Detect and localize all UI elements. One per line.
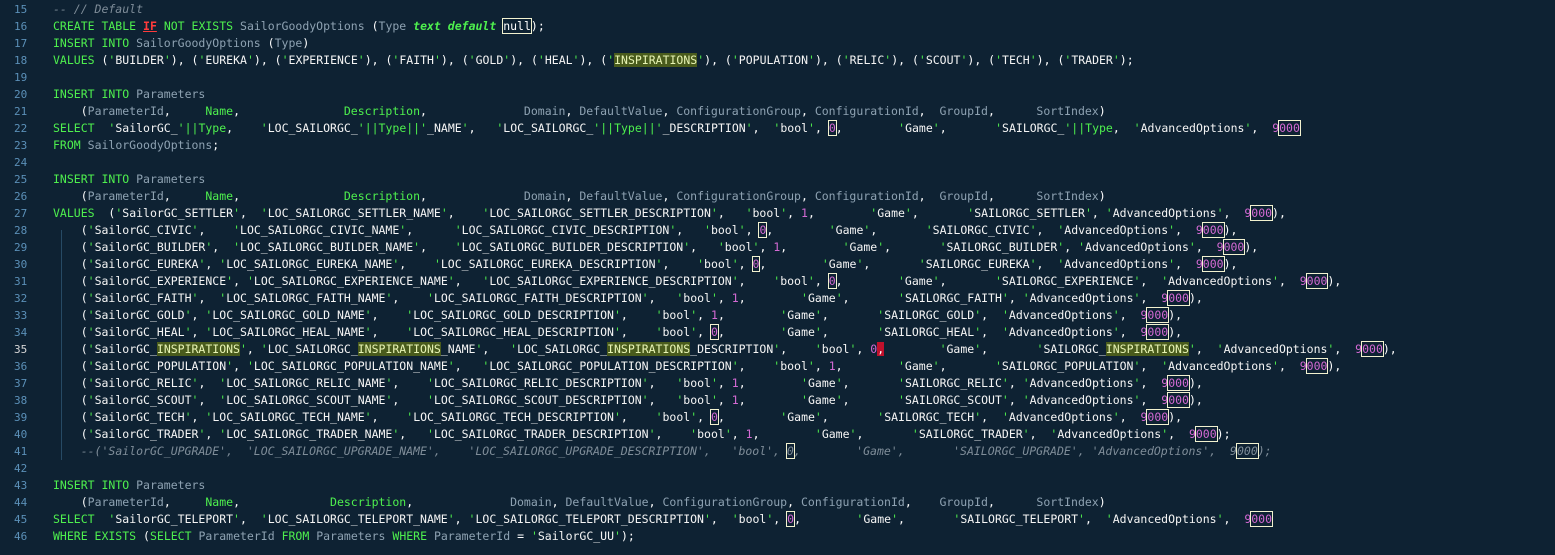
code-line[interactable]: 20 INSERT INTO Parameters (0, 86, 1555, 103)
code-line[interactable]: 46 WHERE EXISTS (SELECT ParameterId FROM … (0, 528, 1555, 545)
line-number: 34 (14, 326, 28, 339)
code-line[interactable]: 27 VALUES ('SailorGC_SETTLER', 'LOC_SAILO… (0, 205, 1555, 222)
code-line[interactable]: 28 ('SailorGC_CIVIC', 'LOC_SAILORGC_CIVI… (0, 222, 1555, 239)
code-line[interactable]: 16 CREATE TABLE IF NOT EXISTS SailorGoody… (0, 18, 1555, 35)
line-number: 16 (14, 20, 28, 33)
code-line[interactable]: 43 INSERT INTO Parameters (0, 477, 1555, 494)
line-number: 28 (14, 224, 28, 237)
line-number: 40 (14, 428, 28, 441)
code-line[interactable]: 26 (ParameterId, Name, Description, Doma… (0, 188, 1555, 205)
code-line[interactable]: 41 --('SailorGC_UPGRADE', 'LOC_SAILORGC_… (0, 443, 1555, 460)
line-code: ('SailorGC_CIVIC', 'LOC_SAILORGC_CIVIC_N… (80, 222, 1238, 238)
code-line[interactable]: 36 ('SailorGC_POPULATION', 'LOC_SAILORGC… (0, 358, 1555, 375)
code-line[interactable]: 38 ('SailorGC_SCOUT', 'LOC_SAILORGC_SCOU… (0, 392, 1555, 409)
line-number: 33 (14, 309, 28, 322)
line-number: 35 (14, 343, 28, 356)
line-code: ('SailorGC_HEAL', 'LOC_SAILORGC_HEAL_NAM… (80, 324, 1183, 340)
line-code: INSERT INTO Parameters (53, 172, 206, 186)
line-code: ('SailorGC_EUREKA', 'LOC_SAILORGC_EUREKA… (80, 256, 1238, 272)
line-number: 31 (14, 275, 28, 288)
line-code: ('SailorGC_INSPIRATIONS', 'LOC_SAILORGC_… (80, 341, 1397, 357)
code-line[interactable]: 25 INSERT INTO Parameters (0, 171, 1555, 188)
line-code: ('SailorGC_BUILDER', 'LOC_SAILORGC_BUILD… (80, 239, 1259, 255)
line-code: ('SailorGC_GOLD', 'LOC_SAILORGC_GOLD_NAM… (80, 307, 1183, 323)
code-line[interactable]: 15 -- // Default (0, 1, 1555, 18)
code-line[interactable]: 35 ('SailorGC_INSPIRATIONS', 'LOC_SAILOR… (0, 341, 1555, 358)
line-number: 20 (14, 88, 28, 101)
code-line[interactable]: 39 ('SailorGC_TECH', 'LOC_SAILORGC_TECH_… (0, 409, 1555, 426)
line-code: INSERT INTO SailorGoodyOptions (Type) (53, 36, 310, 50)
line-number: 26 (14, 190, 28, 203)
line-number: 21 (14, 105, 28, 118)
code-line[interactable]: 23 FROM SailorGoodyOptions; (0, 137, 1555, 154)
line-code: SELECT 'SailorGC_'||Type, 'LOC_SAILORGC_… (53, 120, 1301, 136)
code-line[interactable]: 33 ('SailorGC_GOLD', 'LOC_SAILORGC_GOLD_… (0, 307, 1555, 324)
line-code: VALUES ('SailorGC_SETTLER', 'LOC_SAILORG… (53, 205, 1286, 221)
code-line[interactable]: 44 (ParameterId, Name, Description, Doma… (0, 494, 1555, 511)
line-code: ('SailorGC_RELIC', 'LOC_SAILORGC_RELIC_N… (80, 375, 1203, 391)
code-line[interactable]: 34 ('SailorGC_HEAL', 'LOC_SAILORGC_HEAL_… (0, 324, 1555, 341)
line-number: 38 (14, 394, 28, 407)
line-number: 27 (14, 207, 28, 220)
line-number: 46 (14, 530, 28, 543)
line-number: 22 (14, 122, 28, 135)
line-code: ('SailorGC_TRADER', 'LOC_SAILORGC_TRADER… (80, 426, 1231, 442)
line-number: 24 (14, 156, 28, 169)
code-line[interactable]: 40 ('SailorGC_TRADER', 'LOC_SAILORGC_TRA… (0, 426, 1555, 443)
line-code: ('SailorGC_POPULATION', 'LOC_SAILORGC_PO… (80, 358, 1342, 374)
code-line[interactable]: 19 (0, 69, 1555, 86)
line-number: 42 (14, 462, 28, 475)
line-code: -- // Default (53, 2, 144, 16)
code-line[interactable]: 17 INSERT INTO SailorGoodyOptions (Type) (0, 35, 1555, 52)
line-number: 39 (14, 411, 28, 424)
line-code: (ParameterId, Name, Description, Domain,… (80, 189, 1106, 203)
line-number: 18 (14, 54, 28, 67)
line-number: 23 (14, 139, 28, 152)
code-line[interactable]: 29 ('SailorGC_BUILDER', 'LOC_SAILORGC_BU… (0, 239, 1555, 256)
line-number: 32 (14, 292, 28, 305)
line-code: (ParameterId, Name, Description, Domain,… (80, 104, 1106, 118)
code-line[interactable]: 21 (ParameterId, Name, Description, Doma… (0, 103, 1555, 120)
code-line[interactable]: 24 (0, 154, 1555, 171)
line-code: WHERE EXISTS (SELECT ParameterId FROM Pa… (53, 529, 635, 543)
line-code: --('SailorGC_UPGRADE', 'LOC_SAILORGC_UPG… (80, 443, 1272, 459)
code-line[interactable]: 31 ('SailorGC_EXPERIENCE', 'LOC_SAILORGC… (0, 273, 1555, 290)
line-code: VALUES ('BUILDER'), ('EUREKA'), ('EXPERI… (53, 53, 1134, 67)
line-code: FROM SailorGoodyOptions; (53, 138, 220, 152)
code-line[interactable]: 18 VALUES ('BUILDER'), ('EUREKA'), ('EXPE… (0, 52, 1555, 69)
line-number: 15 (14, 3, 28, 16)
line-code: INSERT INTO Parameters (53, 87, 206, 101)
line-number: 29 (14, 241, 28, 254)
line-number: 45 (14, 513, 28, 526)
line-number: 43 (14, 479, 28, 492)
line-number: 30 (14, 258, 28, 271)
line-number: 41 (14, 445, 28, 458)
line-number: 44 (14, 496, 28, 509)
line-code: CREATE TABLE IF NOT EXISTS SailorGoodyOp… (53, 18, 545, 34)
code-line[interactable]: 45 SELECT 'SailorGC_TELEPORT', 'LOC_SAILO… (0, 511, 1555, 528)
line-code: ('SailorGC_TECH', 'LOC_SAILORGC_TECH_NAM… (80, 409, 1183, 425)
line-number: 17 (14, 37, 28, 50)
line-number: 37 (14, 377, 28, 390)
line-code: ('SailorGC_EXPERIENCE', 'LOC_SAILORGC_EX… (80, 273, 1342, 289)
code-line[interactable]: 37 ('SailorGC_RELIC', 'LOC_SAILORGC_RELI… (0, 375, 1555, 392)
line-code: SELECT 'SailorGC_TELEPORT', 'LOC_SAILORG… (53, 511, 1274, 527)
line-code: (ParameterId, Name, Description, Domain,… (80, 495, 1106, 509)
code-line[interactable]: 32 ('SailorGC_FAITH', 'LOC_SAILORGC_FAIT… (0, 290, 1555, 307)
code-line[interactable]: 42 (0, 460, 1555, 477)
line-code: ('SailorGC_FAITH', 'LOC_SAILORGC_FAITH_N… (80, 290, 1203, 306)
code-editor[interactable]: 15 -- // Default 16 CREATE TABLE IF NOT EXI… (0, 0, 1555, 555)
line-number: 19 (14, 71, 28, 84)
line-number: 36 (14, 360, 28, 373)
line-code: ('SailorGC_SCOUT', 'LOC_SAILORGC_SCOUT_N… (80, 392, 1203, 408)
code-line[interactable]: 22 SELECT 'SailorGC_'||Type, 'LOC_SAILORG… (0, 120, 1555, 137)
code-line[interactable]: 30 ('SailorGC_EUREKA', 'LOC_SAILORGC_EUR… (0, 256, 1555, 273)
line-number: 25 (14, 173, 28, 186)
line-code: INSERT INTO Parameters (53, 478, 206, 492)
